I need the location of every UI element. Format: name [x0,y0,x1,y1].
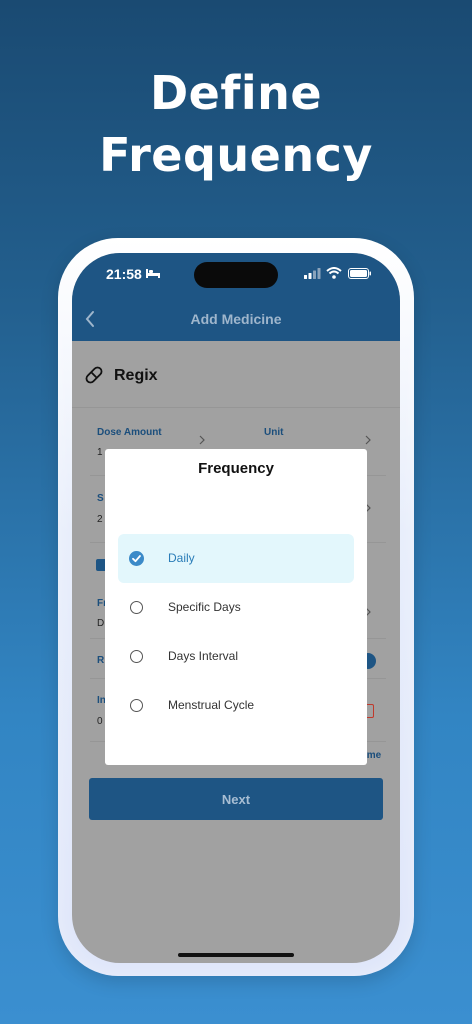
dose-amount-value[interactable]: 1 [97,447,103,458]
next-button[interactable]: Next [89,778,383,820]
unit-label: Unit [264,427,284,438]
option-label: Specific Days [168,600,241,614]
headline-line-1: Define [149,66,323,120]
option-label: Daily [168,551,195,565]
radio-unchecked-icon [130,699,143,712]
battery-icon [348,268,371,279]
option-label: Menstrual Cycle [168,698,255,712]
frequency-dialog: Frequency Daily Specific Days Days Inter… [105,449,367,765]
option-days-interval[interactable]: Days Interval [118,632,354,681]
pill-icon [85,366,103,384]
option-daily[interactable]: Daily [118,534,354,583]
phone-screen: 21:58 Add Medicine Regix Dose Amount 1 U… [72,253,400,963]
dialog-title: Frequency [198,460,274,477]
app-bar: 21:58 Add Medicine [72,253,400,341]
reminder-label: R [97,655,105,666]
chevron-right-icon[interactable] [364,434,372,446]
frequency-value[interactable]: D [97,618,104,629]
home-indicator [178,953,294,957]
page-title: Add Medicine [190,311,282,327]
dose-amount-label: Dose Amount [97,427,162,438]
radio-unchecked-icon [130,601,143,614]
option-label: Days Interval [168,649,239,663]
headline: Define Frequency [0,62,472,186]
status-time: 21:58 [106,266,142,282]
medicine-name: Regix [114,367,158,384]
option-menstrual-cycle[interactable]: Menstrual Cycle [118,681,354,730]
chevron-right-icon[interactable] [198,434,206,446]
sleep-focus-icon [146,269,160,278]
intake-value[interactable]: 0 [97,716,103,727]
schedule-value[interactable]: 2 [97,514,103,525]
cellular-signal-icon [304,268,321,279]
radio-checked-icon [129,551,144,566]
option-specific-days[interactable]: Specific Days [118,583,354,632]
medicine-name-row: Regix [72,341,400,408]
wifi-icon [326,267,342,279]
headline-line-2: Frequency [99,128,373,182]
dynamic-island [194,262,278,288]
radio-unchecked-icon [130,650,143,663]
schedule-label: S [97,493,104,504]
